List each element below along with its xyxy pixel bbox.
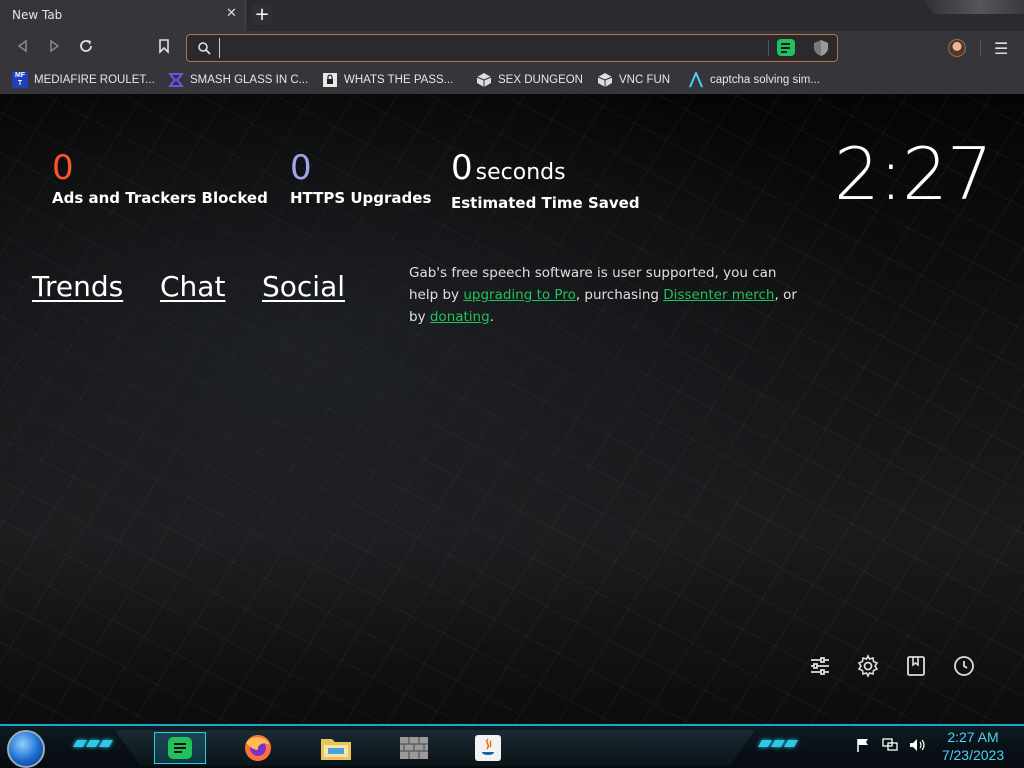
link-upgrade-to-pro[interactable]: upgrading to Pro <box>463 287 576 303</box>
smash-icon <box>168 72 184 87</box>
windows-taskbar: 2:27 AM 7/23/2023 <box>0 724 1024 768</box>
tab-close-icon[interactable]: ✕ <box>226 6 237 21</box>
stat-time-saved: 0 seconds Estimated Time Saved <box>451 148 640 212</box>
ads-blocked-label: Ads and Trackers Blocked <box>52 189 268 207</box>
bookmark-label: MEDIAFIRE ROULET... <box>34 73 155 86</box>
caret-icon <box>689 71 703 87</box>
reload-button[interactable] <box>76 38 96 58</box>
taskbar-gab-browser[interactable] <box>154 732 206 764</box>
action-center-flag-icon[interactable] <box>855 738 871 752</box>
bookmark-icon <box>159 39 169 54</box>
time-saved-label: Estimated Time Saved <box>451 194 640 212</box>
menu-icon[interactable]: ☰ <box>994 39 1008 58</box>
stat-https-upgrades: 0 HTTPS Upgrades <box>290 148 431 207</box>
bookmark-item-whats-the-pass[interactable]: WHATS THE PASS... <box>322 71 453 88</box>
tab-bar: New Tab ✕ + <box>0 0 1024 31</box>
bookmark-label: VNC FUN <box>619 73 671 86</box>
address-input[interactable] <box>219 38 739 58</box>
link-social[interactable]: Social <box>262 270 345 303</box>
cube-icon <box>476 72 492 87</box>
lock-icon <box>323 72 337 87</box>
address-bar[interactable] <box>186 34 838 62</box>
forward-button[interactable] <box>44 38 64 58</box>
time-saved-unit: seconds <box>475 160 566 185</box>
back-button[interactable] <box>13 38 33 58</box>
gear-icon[interactable] <box>856 654 880 678</box>
link-trends[interactable]: Trends <box>32 270 123 303</box>
start-button[interactable] <box>7 730 45 768</box>
bookmark-label: SMASH GLASS IN C... <box>190 73 309 86</box>
tab-new-tab[interactable]: New Tab ✕ <box>0 0 246 31</box>
forward-icon <box>50 39 60 53</box>
reload-icon <box>80 40 92 52</box>
link-chat[interactable]: Chat <box>160 270 225 303</box>
volume-icon[interactable] <box>909 738 927 752</box>
profile-avatar[interactable] <box>948 39 966 57</box>
system-tray <box>855 738 927 752</box>
bookmarks-bar: MF T MEDIAFIRE ROULET... SMASH GLASS IN C… <box>0 65 1024 94</box>
bookmark-label: WHATS THE PASS... <box>344 73 454 86</box>
link-dissenter-merch[interactable]: Dissenter merch <box>663 287 774 303</box>
new-tab-button[interactable]: + <box>252 5 272 25</box>
taskbar-decoration <box>72 740 114 748</box>
firefox-icon <box>245 735 271 761</box>
gab-browser-icon <box>168 737 192 759</box>
stat-ads-trackers: 0 Ads and Trackers Blocked <box>52 148 268 207</box>
bookmark-label: SEX DUNGEON <box>498 73 583 86</box>
time-saved-count: 0 seconds <box>451 148 640 193</box>
history-icon[interactable] <box>952 654 976 678</box>
customize-icon[interactable] <box>808 654 832 678</box>
https-upgrades-label: HTTPS Upgrades <box>290 189 432 207</box>
bookmark-item-vnc-fun[interactable]: VNC FUN <box>597 71 670 88</box>
gab-support-note: Gab's free speech software is user suppo… <box>409 262 809 328</box>
taskbar-java[interactable] <box>462 732 514 764</box>
taskbar-file-explorer[interactable] <box>310 732 362 764</box>
window-frame-decoration <box>925 0 1024 14</box>
taskbar-date: 7/23/2023 <box>941 747 1005 763</box>
cube-icon <box>597 72 613 87</box>
bookmark-item-mediafire[interactable]: MF T MEDIAFIRE ROULET... <box>12 71 155 88</box>
tab-title: New Tab <box>12 8 63 22</box>
bookmark-item-sex-dungeon[interactable]: SEX DUNGEON <box>476 71 583 88</box>
https-upgrades-count: 0 <box>290 148 312 188</box>
gab-extension-icon[interactable] <box>777 39 795 56</box>
folder-icon <box>321 739 351 760</box>
network-icon[interactable] <box>881 738 899 752</box>
browser-toolbar: ☰ <box>0 31 1024 65</box>
link-donating[interactable]: donating <box>430 309 490 325</box>
time-saved-value: 0 <box>451 148 473 188</box>
gab-note-text: , purchasing <box>575 287 664 303</box>
taskbar-firefox[interactable] <box>232 732 284 764</box>
java-icon <box>475 735 501 761</box>
bookmark-item-smash-glass[interactable]: SMASH GLASS IN C... <box>168 71 308 88</box>
address-bar-divider <box>768 40 769 56</box>
brick-wall-icon <box>400 737 428 759</box>
back-icon <box>17 39 27 53</box>
taskbar-firewall-app[interactable] <box>388 732 440 764</box>
bookmark-button[interactable] <box>154 38 174 58</box>
taskbar-clock[interactable]: 2:27 AM 7/23/2023 <box>928 728 1018 764</box>
bookmark-label: captcha solving sim... <box>710 73 820 86</box>
gab-note-text: . <box>489 309 494 325</box>
toolbar-divider <box>980 39 981 57</box>
shield-icon[interactable] <box>813 39 829 57</box>
new-tab-page: 0 Ads and Trackers Blocked 0 HTTPS Upgra… <box>0 94 1024 724</box>
clock: 2:27 <box>834 132 993 216</box>
bookmark-item-captcha[interactable]: captcha solving sim... <box>688 71 820 88</box>
taskbar-time: 2:27 AM <box>947 729 999 745</box>
search-icon <box>198 42 211 55</box>
bookmarks-manager-icon[interactable] <box>904 654 928 678</box>
ads-blocked-count: 0 <box>52 148 74 188</box>
taskbar-decoration <box>757 740 799 748</box>
mediafire-icon: MF T <box>12 71 28 88</box>
